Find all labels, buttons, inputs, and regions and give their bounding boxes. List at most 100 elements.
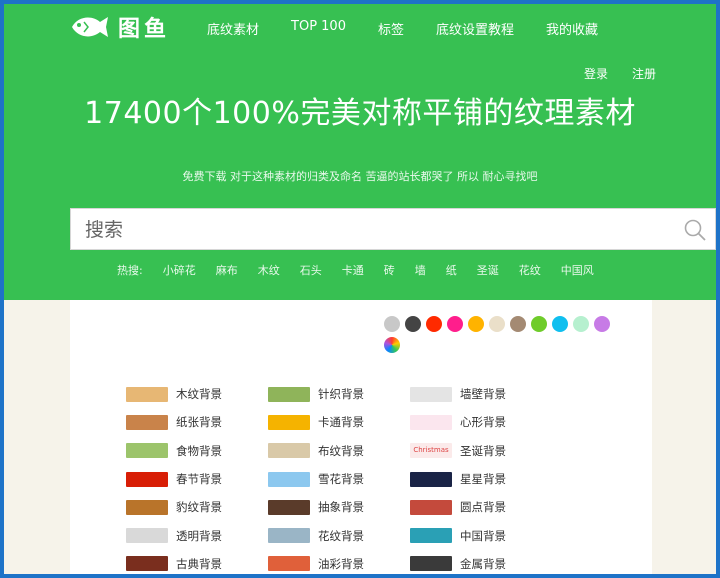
site-logo[interactable]: 图鱼 [70, 10, 180, 44]
hero-banner: 图鱼 底纹素材 TOP 100 标签 底纹设置教程 我的收藏 登录 注册 174… [4, 4, 716, 300]
category-row: 豹纹背景 抽象背景 圆点背景 [126, 493, 552, 521]
category-label: 心形背景 [460, 415, 506, 430]
nav-item-tags[interactable]: 标签 [378, 19, 404, 38]
cartoon-texture-thumbnail [268, 414, 310, 430]
nav-item-top100[interactable]: TOP 100 [291, 19, 346, 38]
browser-frame: 图鱼 底纹素材 TOP 100 标签 底纹设置教程 我的收藏 登录 注册 174… [4, 4, 716, 574]
category-item[interactable]: 卡通背景 [268, 414, 410, 430]
category-item[interactable]: 纸张背景 [126, 414, 268, 430]
auth-links: 登录 注册 [560, 65, 656, 82]
category-label: 食物背景 [176, 443, 222, 458]
transparent-checker-thumbnail [126, 528, 168, 544]
classical-texture-thumbnail [126, 556, 168, 572]
color-swatch[interactable] [531, 316, 547, 332]
category-item[interactable]: 雪花背景 [268, 471, 410, 487]
polka-dot-texture-thumbnail [410, 499, 452, 515]
category-item[interactable]: 透明背景 [126, 528, 268, 544]
color-swatch[interactable] [405, 316, 421, 332]
chinese-texture-thumbnail [410, 528, 452, 544]
knit-texture-thumbnail [268, 386, 310, 402]
category-item[interactable]: 墙壁背景 [410, 386, 552, 402]
paper-texture-thumbnail [126, 414, 168, 430]
category-label: 豹纹背景 [176, 500, 222, 515]
color-swatch[interactable] [384, 337, 400, 353]
hot-tag[interactable]: 砖 [384, 262, 395, 278]
color-swatch[interactable] [552, 316, 568, 332]
category-item[interactable]: Christmas 圣诞背景 [410, 443, 552, 459]
category-item[interactable]: 木纹背景 [126, 386, 268, 402]
category-label: 抽象背景 [318, 500, 364, 515]
brand-name: 图鱼 [118, 17, 171, 42]
hot-tag[interactable]: 麻布 [216, 262, 238, 278]
color-swatch[interactable] [468, 316, 484, 332]
category-label: 卡通背景 [318, 415, 364, 430]
spring-festival-texture-thumbnail [126, 471, 168, 487]
fabric-texture-thumbnail [268, 443, 310, 459]
nav-item-favorites[interactable]: 我的收藏 [546, 19, 598, 38]
category-item[interactable]: 花纹背景 [268, 528, 410, 544]
hot-tag[interactable]: 石头 [300, 262, 322, 278]
stars-texture-thumbnail [410, 471, 452, 487]
pattern-texture-thumbnail [268, 528, 310, 544]
category-item[interactable]: 古典背景 [126, 556, 268, 572]
category-row: 食物背景 布纹背景 Christmas 圣诞背景 [126, 437, 552, 465]
page-subtitle: 免费下载 对于这种素材的归类及命名 苦逼的站长都哭了 所以 耐心寻找吧 [182, 170, 538, 183]
hot-tag[interactable]: 卡通 [342, 262, 364, 278]
christmas-texture-thumbnail: Christmas [410, 443, 452, 459]
color-swatch[interactable] [426, 316, 442, 332]
color-swatch[interactable] [594, 316, 610, 332]
hot-tag[interactable]: 木纹 [258, 262, 280, 278]
color-swatch[interactable] [384, 316, 400, 332]
category-label: 油彩背景 [318, 556, 364, 571]
category-row: 春节背景 雪花背景 星星背景 [126, 465, 552, 493]
category-label: 古典背景 [176, 556, 222, 571]
category-item[interactable]: 金属背景 [410, 556, 552, 572]
category-item[interactable]: 豹纹背景 [126, 499, 268, 515]
category-label: 木纹背景 [176, 387, 222, 402]
category-item[interactable]: 抽象背景 [268, 499, 410, 515]
color-swatch[interactable] [489, 316, 505, 332]
category-label: 雪花背景 [318, 472, 364, 487]
category-label: 针织背景 [318, 387, 364, 402]
category-label: 春节背景 [176, 472, 222, 487]
food-texture-thumbnail [126, 443, 168, 459]
hot-tag[interactable]: 花纹 [519, 262, 541, 278]
category-item[interactable]: 春节背景 [126, 471, 268, 487]
hot-searches-label: 热搜: [117, 264, 143, 277]
search-input[interactable] [83, 215, 667, 245]
nav-item-textures[interactable]: 底纹素材 [207, 19, 259, 38]
color-filter [384, 316, 634, 358]
category-item[interactable]: 油彩背景 [268, 556, 410, 572]
category-label: 圣诞背景 [460, 443, 506, 458]
color-swatch[interactable] [510, 316, 526, 332]
category-item[interactable]: 食物背景 [126, 443, 268, 459]
hot-tag[interactable]: 圣诞 [477, 262, 499, 278]
category-row: 古典背景 油彩背景 金属背景 [126, 550, 552, 574]
nav-item-tutorial[interactable]: 底纹设置教程 [436, 19, 514, 38]
login-link[interactable]: 登录 [584, 65, 608, 82]
hot-tag[interactable]: 小碎花 [163, 262, 196, 278]
category-item[interactable]: 布纹背景 [268, 443, 410, 459]
hot-searches: 热搜: 小碎花 麻布 木纹 石头 卡通 砖 墙 纸 圣诞 花纹 中国风 [117, 262, 614, 278]
category-label: 布纹背景 [318, 443, 364, 458]
color-swatch[interactable] [573, 316, 589, 332]
metal-texture-thumbnail [410, 556, 452, 572]
main-nav: 底纹素材 TOP 100 标签 底纹设置教程 我的收藏 [207, 19, 630, 38]
fish-logo-icon [72, 17, 108, 37]
search-icon[interactable] [683, 218, 707, 246]
register-link[interactable]: 注册 [632, 65, 656, 82]
category-label: 金属背景 [460, 556, 506, 571]
category-item[interactable]: 针织背景 [268, 386, 410, 402]
hot-tag[interactable]: 纸 [446, 262, 457, 278]
category-item[interactable]: 圆点背景 [410, 499, 552, 515]
oil-paint-texture-thumbnail [268, 556, 310, 572]
category-item[interactable]: 心形背景 [410, 414, 552, 430]
hot-tag[interactable]: 墙 [415, 262, 426, 278]
category-panel: 木纹背景 针织背景 墙壁背景纸张背景 卡通背景 心形背景食物背景 布纹背景 Christma… [70, 300, 652, 574]
color-swatch[interactable] [447, 316, 463, 332]
category-row: 纸张背景 卡通背景 心形背景 [126, 408, 552, 436]
category-item[interactable]: 星星背景 [410, 471, 552, 487]
category-item[interactable]: 中国背景 [410, 528, 552, 544]
category-row: 木纹背景 针织背景 墙壁背景 [126, 380, 552, 408]
hot-tag[interactable]: 中国风 [561, 262, 594, 278]
